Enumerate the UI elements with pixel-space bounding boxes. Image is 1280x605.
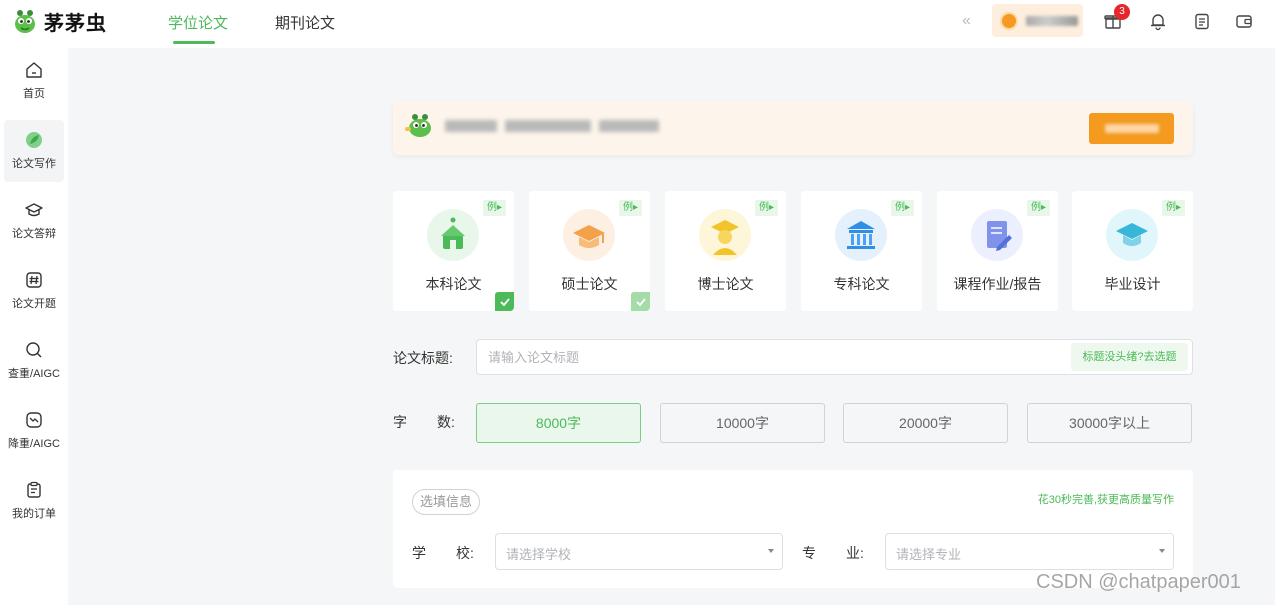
blurred-button-label — [1105, 124, 1159, 133]
sidebar-item-reduce-duplication[interactable]: 降重/AIGC — [4, 400, 64, 462]
top-bar: 茅茅虫 学位论文 期刊论文 « 3 — [0, 0, 1280, 48]
watermark: CSDN @chatpaper001 — [1036, 571, 1241, 593]
page-scrollbar-edge — [1275, 48, 1280, 605]
paper-type-junior-college[interactable]: 例▸ 专科论文 — [801, 191, 922, 311]
wallet-icon[interactable] — [1234, 11, 1254, 31]
blurred-promo-text — [445, 120, 497, 132]
app-name: 茅茅虫 — [44, 13, 107, 35]
trend-down-icon — [26, 412, 42, 428]
home-icon — [26, 62, 42, 78]
caret-down-icon — [1159, 549, 1165, 553]
paper-type-coursework-report[interactable]: 例▸ 课程作业/报告 — [937, 191, 1058, 311]
bug-mascot-icon — [405, 113, 435, 139]
bell-icon[interactable] — [1148, 11, 1168, 31]
sidebar-item-label: 降重/AIGC — [8, 438, 60, 450]
school-select[interactable]: 请选择学校 — [495, 533, 783, 570]
major-select[interactable]: 请选择专业 — [885, 533, 1174, 570]
tab-journal-paper[interactable]: 期刊论文 — [275, 12, 335, 33]
sidebar-item-label: 论文开题 — [12, 298, 56, 310]
selected-check-icon — [631, 292, 650, 311]
paper-type-graduation-design[interactable]: 例▸ 毕业设计 — [1072, 191, 1193, 311]
example-tag[interactable]: 例▸ — [618, 200, 642, 216]
blurred-promo-text — [599, 120, 659, 132]
word-count-10000[interactable]: 10000字 — [660, 403, 825, 443]
sidebar-item-label: 我的订单 — [12, 508, 56, 520]
sidebar-item-plagiarism-check[interactable]: 查重/AIGC — [4, 330, 64, 392]
paper-type-label: 课程作业/报告 — [953, 276, 1042, 292]
user-account-chip[interactable] — [992, 4, 1083, 37]
promo-banner — [393, 101, 1193, 155]
promo-action-button[interactable] — [1089, 113, 1174, 144]
sidebar-item-label: 首页 — [23, 88, 45, 100]
hash-icon — [26, 272, 42, 288]
sidebar-item-label: 查重/AIGC — [8, 368, 60, 380]
bug-logo-icon — [12, 9, 38, 35]
major-select-placeholder: 请选择专业 — [896, 547, 962, 562]
optional-info-hint: 花30秒完善,获更高质量写作 — [1037, 494, 1174, 506]
notification-badge: 3 — [1114, 4, 1130, 20]
title-field-label: 论文标题: — [393, 350, 453, 366]
example-tag[interactable]: 例▸ — [1161, 200, 1185, 216]
caret-down-icon — [768, 549, 774, 553]
paper-type-label: 本科论文 — [425, 276, 482, 292]
doctor-avatar-icon — [699, 209, 751, 261]
search-icon — [26, 342, 42, 358]
sidebar-item-home[interactable]: 首页 — [4, 50, 64, 112]
major-label: 业: — [846, 545, 864, 561]
master-cap-icon — [563, 209, 615, 261]
example-tag[interactable]: 例▸ — [1026, 200, 1050, 216]
paper-type-label: 专科论文 — [833, 276, 890, 292]
word-count-label: 数: — [437, 414, 455, 430]
institution-building-icon — [835, 209, 887, 261]
topic-suggestion-button[interactable]: 标题没头绪?去选题 — [1071, 343, 1188, 371]
sidebar-item-defense[interactable]: 论文答辩 — [4, 190, 64, 252]
example-tag[interactable]: 例▸ — [890, 200, 914, 216]
sidebar-item-thesis-writing[interactable]: 论文写作 — [4, 120, 64, 182]
school-select-placeholder: 请选择学校 — [506, 547, 572, 562]
paper-type-undergraduate[interactable]: 例▸ 本科论文 — [393, 191, 514, 311]
word-count-8000[interactable]: 8000字 — [476, 403, 641, 443]
sidebar-item-proposal[interactable]: 论文开题 — [4, 260, 64, 322]
document-edit-icon — [971, 209, 1023, 261]
paper-type-doctoral[interactable]: 例▸ 博士论文 — [665, 191, 786, 311]
tab-degree-thesis[interactable]: 学位论文 — [168, 12, 228, 33]
optional-info-pill: 选填信息 — [412, 489, 481, 515]
school-label: 校: — [456, 545, 474, 561]
paper-type-label: 博士论文 — [697, 276, 754, 292]
sidebar-item-my-orders[interactable]: 我的订单 — [4, 470, 64, 532]
word-count-20000[interactable]: 20000字 — [843, 403, 1008, 443]
major-label-char: 专 — [802, 545, 816, 561]
undergraduate-building-icon — [427, 209, 479, 261]
active-tab-indicator — [173, 41, 215, 44]
selected-check-icon — [495, 292, 514, 311]
order-list-icon — [27, 481, 41, 498]
school-label-char: 学 — [412, 545, 426, 561]
paper-type-master[interactable]: 例▸ 硕士论文 — [529, 191, 650, 311]
sidebar: 首页 论文写作 论文答辩 论文开题 查重/AIGC 降重/AIGC 我的订单 — [0, 48, 68, 605]
sidebar-item-label: 论文答辩 — [12, 228, 56, 240]
paper-type-label: 毕业设计 — [1104, 276, 1161, 292]
example-tag[interactable]: 例▸ — [482, 200, 506, 216]
word-count-30000-plus[interactable]: 30000字以上 — [1027, 403, 1192, 443]
graduation-cap-icon — [25, 203, 43, 217]
blurred-promo-text — [505, 120, 591, 132]
paper-type-label: 硕士论文 — [561, 276, 618, 292]
graduation-cap-blue-icon — [1106, 209, 1158, 261]
avatar — [1000, 11, 1018, 30]
leaf-icon — [26, 132, 42, 148]
clipboard-icon[interactable] — [1192, 11, 1212, 31]
sidebar-item-label: 论文写作 — [12, 158, 56, 170]
example-tag[interactable]: 例▸ — [754, 200, 778, 216]
collapse-icon[interactable]: « — [962, 12, 971, 30]
blurred-username — [1026, 15, 1078, 26]
word-count-label-char: 字 — [393, 414, 407, 430]
app-logo[interactable]: 茅茅虫 — [12, 7, 107, 36]
